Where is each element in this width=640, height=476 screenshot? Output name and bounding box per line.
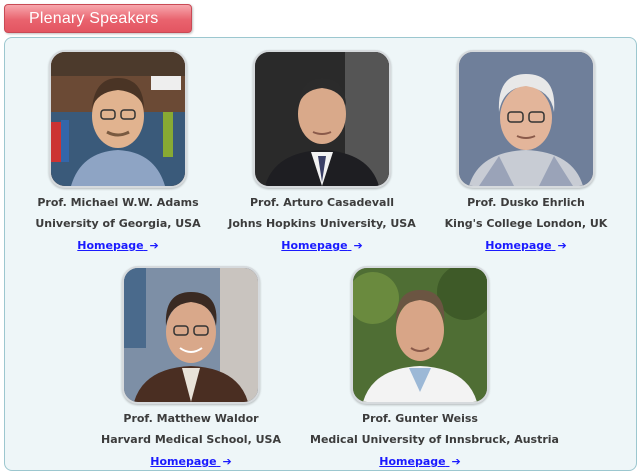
speaker-photo-ehrlich xyxy=(457,50,595,188)
arrow-right-icon: ➔ xyxy=(353,239,363,252)
link-label: Homepage xyxy=(77,239,144,252)
homepage-link-ehrlich[interactable]: Homepage ➔ xyxy=(485,239,566,252)
speaker-photo-adams xyxy=(49,50,187,188)
homepage-link-waldor[interactable]: Homepage ➔ xyxy=(150,455,231,468)
homepage-link-adams[interactable]: Homepage ➔ xyxy=(77,239,158,252)
speaker-photo-casadevall xyxy=(253,50,391,188)
speaker-card-casadevall: Prof. Arturo Casadevall Johns Hopkins Un… xyxy=(212,50,432,254)
speaker-name: Prof. Arturo Casadevall xyxy=(249,196,394,209)
link-label: Homepage xyxy=(379,455,446,468)
link-label: Homepage xyxy=(150,455,217,468)
speaker-affiliation: King's College London, UK xyxy=(444,217,608,230)
link-label: Homepage xyxy=(485,239,552,252)
speaker-card-waldor: Prof. Matthew Waldor Harvard Medical Sch… xyxy=(81,266,301,470)
arrow-right-icon: ➔ xyxy=(149,239,159,252)
speaker-affiliation: Medical University of Innsbruck, Austria xyxy=(310,433,559,446)
speaker-name: Prof. Dusko Ehrlich xyxy=(467,196,585,209)
speaker-affiliation: University of Georgia, USA xyxy=(35,217,201,230)
speaker-photo-weiss xyxy=(351,266,489,404)
arrow-right-icon: ➔ xyxy=(451,455,461,468)
speaker-name: Prof. Gunter Weiss xyxy=(362,412,478,425)
speaker-card-weiss: Prof. Gunter Weiss Medical University of… xyxy=(310,266,559,470)
section-title-tab: Plenary Speakers xyxy=(4,4,192,33)
homepage-link-weiss[interactable]: Homepage ➔ xyxy=(379,455,460,468)
speaker-photo-waldor xyxy=(122,266,260,404)
section-title: Plenary Speakers xyxy=(29,10,159,27)
speaker-name: Prof. Michael W.W. Adams xyxy=(37,196,199,209)
speaker-affiliation: Johns Hopkins University, USA xyxy=(228,217,416,230)
speaker-card-ehrlich: Prof. Dusko Ehrlich King's College Londo… xyxy=(416,50,636,254)
link-label: Homepage xyxy=(281,239,348,252)
arrow-right-icon: ➔ xyxy=(557,239,567,252)
speaker-affiliation: Harvard Medical School, USA xyxy=(101,433,281,446)
speaker-card-adams: Prof. Michael W.W. Adams University of G… xyxy=(8,50,228,254)
speaker-name: Prof. Matthew Waldor xyxy=(123,412,259,425)
homepage-link-casadevall[interactable]: Homepage ➔ xyxy=(281,239,362,252)
arrow-right-icon: ➔ xyxy=(222,455,232,468)
speakers-panel: Prof. Michael W.W. Adams University of G… xyxy=(4,37,637,471)
